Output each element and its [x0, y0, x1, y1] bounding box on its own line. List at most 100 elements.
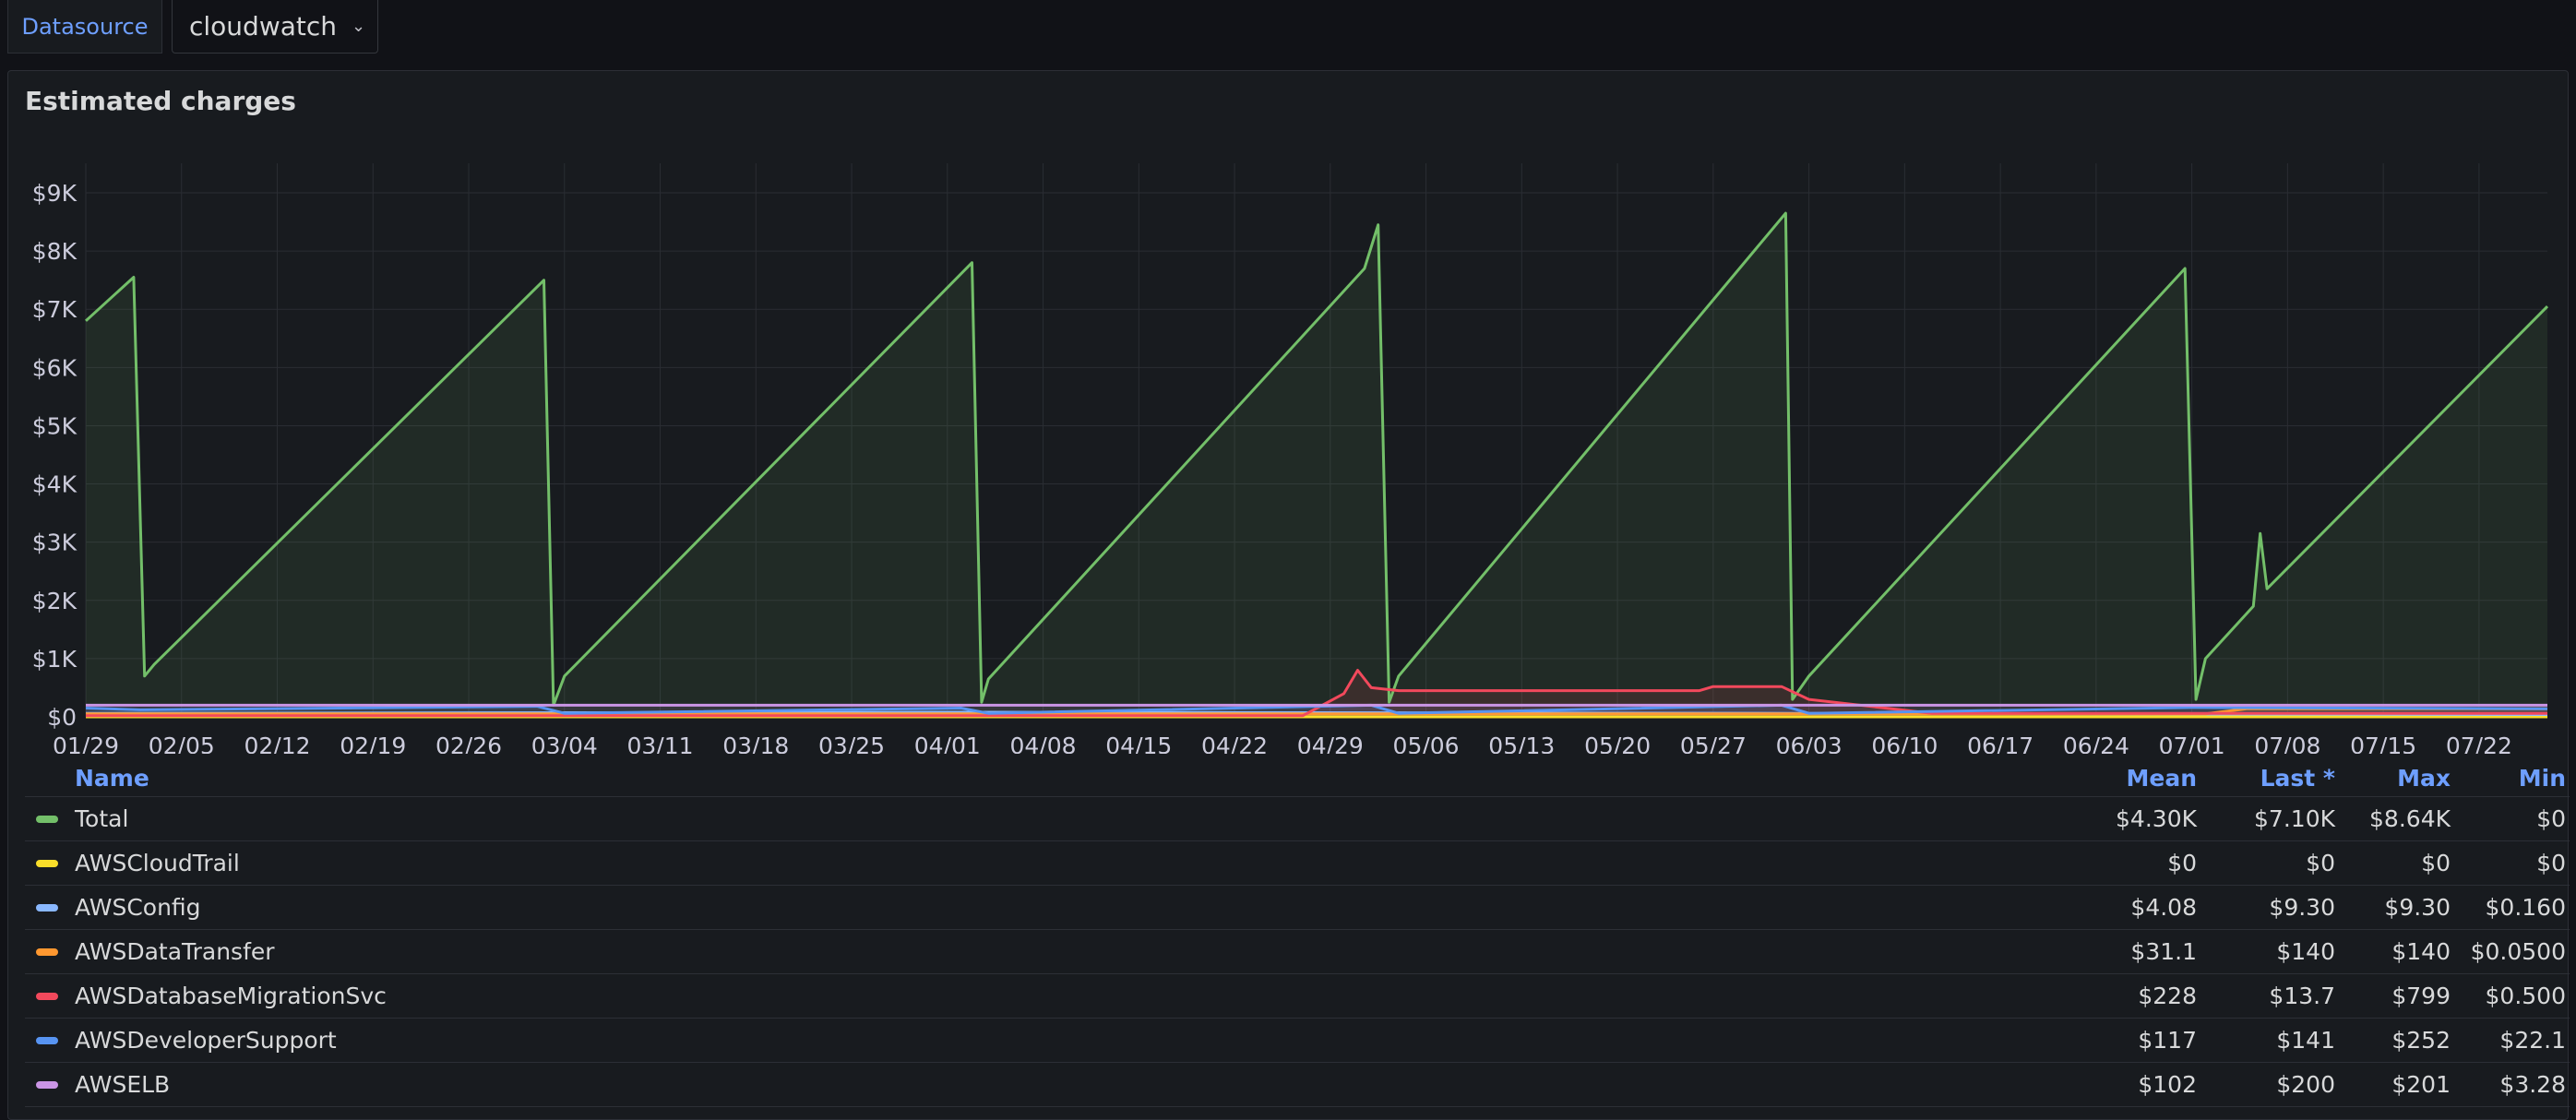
series-color-swatch	[36, 859, 58, 867]
legend-max-value: $9.30	[2384, 894, 2451, 921]
legend-max-value: $0	[2421, 850, 2451, 876]
x-tick-label: 07/08	[2254, 733, 2320, 754]
legend-row[interactable]: AWSConfig $4.08 $9.30 $9.30 $0.160	[25, 886, 2570, 930]
legend-table: Name Mean Last * Max Min Total $4.30K $7.1…	[25, 759, 2570, 1107]
x-tick-label: 04/22	[1201, 733, 1268, 754]
x-tick-label: 02/12	[244, 733, 310, 754]
x-tick-label: 06/10	[1871, 733, 1938, 754]
x-tick-label: 06/17	[1967, 733, 2033, 754]
x-tick-label: 07/01	[2159, 733, 2225, 754]
x-tick-label: 04/29	[1297, 733, 1364, 754]
legend-series-name[interactable]: AWSDataTransfer	[25, 938, 2049, 965]
legend-min-value: $22.1	[2499, 1027, 2566, 1054]
legend-series-name[interactable]: AWSDeveloperSupport	[25, 1027, 2049, 1054]
legend-series-label: AWSDataTransfer	[75, 938, 275, 965]
legend-series-label: AWSDatabaseMigrationSvc	[75, 983, 387, 1009]
series-color-swatch	[36, 903, 58, 911]
legend-max-value: $799	[2391, 983, 2451, 1009]
legend-header-mean[interactable]: Mean	[2049, 765, 2197, 792]
y-tick-label: $5K	[32, 412, 78, 439]
datasource-select[interactable]: cloudwatch ⌄	[172, 0, 378, 54]
y-tick-label: $9K	[32, 180, 78, 207]
y-tick-label: $0	[47, 704, 77, 731]
y-tick-label: $8K	[32, 238, 78, 265]
series-color-swatch	[36, 947, 58, 956]
legend-series-label: AWSELB	[75, 1071, 171, 1098]
x-tick-label: 05/06	[1393, 733, 1460, 754]
datasource-value: cloudwatch	[189, 11, 338, 42]
legend-row[interactable]: AWSELB $102 $200 $201 $3.28	[25, 1063, 2570, 1107]
x-tick-label: 04/01	[914, 733, 981, 754]
x-tick-label: 05/20	[1584, 733, 1651, 754]
x-tick-label: 05/27	[1680, 733, 1747, 754]
legend-max-value: $8.64K	[2369, 805, 2451, 832]
x-tick-label: 02/26	[435, 733, 502, 754]
x-tick-label: 02/19	[340, 733, 406, 754]
legend-row[interactable]: AWSDeveloperSupport $117 $141 $252 $22.1	[25, 1019, 2570, 1063]
legend-series-label: AWSConfig	[75, 894, 201, 921]
legend-last-value: $0	[2306, 850, 2335, 876]
y-tick-label: $1K	[32, 646, 78, 673]
x-tick-label: 03/04	[531, 733, 598, 754]
legend-row[interactable]: AWSCloudTrail $0 $0 $0 $0	[25, 841, 2570, 886]
x-tick-label: 03/25	[818, 733, 885, 754]
legend-last-value: $13.7	[2269, 983, 2335, 1009]
legend-mean-value: $4.30K	[2116, 805, 2197, 832]
legend-series-name[interactable]: AWSConfig	[25, 894, 2049, 921]
legend-mean-value: $0	[2167, 850, 2197, 876]
chevron-down-icon: ⌄	[352, 17, 366, 36]
legend-min-value: $0.500	[2485, 983, 2566, 1009]
y-tick-label: $6K	[32, 354, 78, 381]
legend-series-name[interactable]: AWSCloudTrail	[25, 850, 2049, 876]
x-tick-label: 04/08	[1010, 733, 1077, 754]
x-tick-label: 04/15	[1105, 733, 1172, 754]
legend-header-name[interactable]: Name	[25, 765, 2049, 792]
legend-min-value: $3.28	[2499, 1071, 2566, 1098]
legend-header-max[interactable]: Max	[2335, 765, 2451, 792]
legend-series-label: AWSDeveloperSupport	[75, 1027, 337, 1054]
legend-series-label: AWSCloudTrail	[75, 850, 240, 876]
x-tick-label: 01/29	[53, 733, 119, 754]
legend-series-name[interactable]: Total	[25, 805, 2049, 832]
legend-mean-value: $117	[2138, 1027, 2197, 1054]
legend-mean-value: $31.1	[2130, 938, 2197, 965]
legend-min-value: $0	[2536, 805, 2566, 832]
legend-mean-value: $4.08	[2130, 894, 2197, 921]
legend-row[interactable]: AWSDatabaseMigrationSvc $228 $13.7 $799 $0.5…	[25, 974, 2570, 1019]
legend-mean-value: $228	[2138, 983, 2197, 1009]
legend-min-value: $0.0500	[2470, 938, 2566, 965]
legend-last-value: $9.30	[2269, 894, 2335, 921]
x-tick-label: 05/13	[1488, 733, 1555, 754]
legend-last-value: $141	[2276, 1027, 2335, 1054]
legend-header-min[interactable]: Min	[2451, 765, 2570, 792]
legend-last-value: $200	[2276, 1071, 2335, 1098]
estimated-charges-panel: Estimated charges $0 $1K $2K $3K $4K $5K $6K $7…	[7, 70, 2570, 1120]
series-color-swatch	[36, 992, 58, 1000]
x-tick-label: 02/05	[149, 733, 215, 754]
legend-series-name[interactable]: AWSELB	[25, 1071, 2049, 1098]
y-tick-label: $3K	[32, 530, 78, 556]
legend-row[interactable]: Total $4.30K $7.10K $8.64K $0	[25, 797, 2570, 841]
x-tick-label: 06/03	[1776, 733, 1843, 754]
datasource-label: Datasource	[7, 0, 162, 54]
series-area-total	[86, 213, 2547, 718]
legend-mean-value: $102	[2138, 1071, 2197, 1098]
x-tick-label: 07/22	[2446, 733, 2512, 754]
y-tick-label: $7K	[32, 296, 78, 323]
legend-max-value: $252	[2391, 1027, 2451, 1054]
y-tick-label: $2K	[32, 588, 78, 614]
legend-min-value: $0.160	[2485, 894, 2566, 921]
legend-min-value: $0	[2536, 850, 2566, 876]
legend-max-value: $201	[2391, 1071, 2451, 1098]
legend-last-value: $7.10K	[2254, 805, 2335, 832]
legend-header: Name Mean Last * Max Min	[25, 759, 2570, 797]
legend-header-last[interactable]: Last *	[2197, 765, 2335, 792]
estimated-charges-chart: $0 $1K $2K $3K $4K $5K $6K $7K $8K $9K 01/29 02/05…	[32, 163, 2549, 754]
series-color-swatch	[36, 1036, 58, 1044]
legend-row[interactable]: AWSDataTransfer $31.1 $140 $140 $0.0500	[25, 930, 2570, 974]
y-tick-label: $4K	[32, 471, 78, 498]
legend-series-label: Total	[75, 805, 129, 832]
series-color-swatch	[36, 1080, 58, 1089]
legend-max-value: $140	[2391, 938, 2451, 965]
legend-series-name[interactable]: AWSDatabaseMigrationSvc	[25, 983, 2049, 1009]
